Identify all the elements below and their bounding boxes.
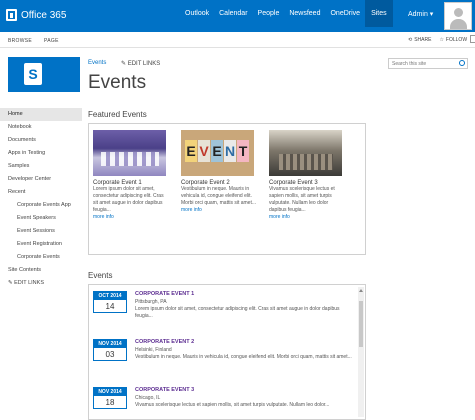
pencil-icon: ✎ bbox=[121, 61, 128, 67]
scroll-up-icon[interactable] bbox=[359, 289, 363, 292]
tab-browse[interactable]: BROWSE bbox=[8, 38, 32, 44]
date-day: 14 bbox=[105, 302, 115, 311]
event-location: Helsinki, Finland bbox=[135, 347, 172, 353]
date-month: NOV 2014 bbox=[94, 340, 126, 348]
nav-sites[interactable]: Sites bbox=[365, 0, 393, 27]
date-day: 18 bbox=[105, 398, 115, 407]
date-badge: NOV 2014 18 bbox=[93, 387, 127, 409]
more-info-link[interactable]: more info bbox=[269, 214, 345, 220]
nav-outlook[interactable]: Outlook bbox=[180, 10, 214, 27]
date-month: NOV 2014 bbox=[94, 388, 126, 396]
breadcrumb[interactable]: Events bbox=[88, 60, 106, 66]
event-title[interactable]: CORPORATE EVENT 2 bbox=[135, 339, 194, 345]
nav-item-home[interactable]: Home bbox=[0, 108, 82, 121]
search-input[interactable]: Search this site bbox=[388, 58, 468, 69]
event-location: Pittsburgh, PA bbox=[135, 299, 167, 305]
edit-links-nav[interactable]: ✎ EDIT LINKS bbox=[0, 280, 82, 286]
letter-tile: E bbox=[211, 140, 223, 162]
featured-card-2[interactable]: E V E N T Corporate Event 2 Vestibulum i… bbox=[181, 130, 257, 213]
ribbon: BROWSE PAGE ⟲ SHARE ☆ FOLLOW bbox=[0, 32, 475, 48]
edit-links-top[interactable]: ✎ EDIT LINKS bbox=[121, 60, 160, 67]
date-badge: OCT 2014 14 bbox=[93, 291, 127, 313]
nav-people[interactable]: People bbox=[253, 10, 285, 27]
date-day: 03 bbox=[105, 350, 115, 359]
letter-tile: E bbox=[185, 140, 197, 162]
edit-links-nav-label: EDIT LINKS bbox=[14, 280, 44, 286]
nav-calendar[interactable]: Calendar bbox=[214, 10, 252, 27]
nav-item-site-contents[interactable]: Site Contents bbox=[0, 264, 82, 277]
event-3-image[interactable] bbox=[269, 130, 342, 176]
event-2-image[interactable]: E V E N T bbox=[181, 130, 254, 176]
share-label: SHARE bbox=[414, 37, 432, 43]
date-month: OCT 2014 bbox=[94, 292, 126, 300]
page-title: Events bbox=[88, 72, 147, 93]
left-navigation: Home Notebook Documents Apps in Testing … bbox=[0, 108, 82, 286]
event-desc: Lorem ipsum dolor sit amet, consectetur … bbox=[135, 306, 340, 319]
scrollbar-thumb[interactable] bbox=[359, 301, 363, 347]
card-desc: Vivamus scelerisque lectus et sapien mol… bbox=[269, 186, 335, 213]
nav-item-documents[interactable]: Documents bbox=[0, 134, 82, 147]
sharepoint-logo-icon: S bbox=[24, 63, 42, 85]
nav-item-recent: Recent bbox=[8, 189, 26, 195]
nav-item-developer-center[interactable]: Developer Center bbox=[0, 173, 82, 186]
avatar[interactable] bbox=[444, 2, 472, 30]
nav-item-corporate-events[interactable]: Corporate Events bbox=[0, 251, 82, 264]
nav-item-event-speakers[interactable]: Event Speakers bbox=[0, 212, 82, 225]
letter-tile: N bbox=[224, 140, 236, 162]
suite-bar: Office 365 Outlook Calendar People Newsf… bbox=[0, 0, 475, 32]
nav-item-corporate-events-app[interactable]: Corporate Events App bbox=[0, 199, 82, 212]
office365-brand[interactable]: Office 365 bbox=[6, 9, 66, 21]
event-1-image[interactable] bbox=[93, 130, 166, 176]
site-logo[interactable]: S bbox=[8, 57, 80, 92]
nav-item-event-registration[interactable]: Event Registration bbox=[0, 238, 82, 251]
more-info-link[interactable]: more info bbox=[181, 207, 257, 213]
nav-onedrive[interactable]: OneDrive bbox=[325, 10, 365, 27]
chevron-down-icon: ▾ bbox=[429, 11, 434, 18]
featured-card-3[interactable]: Corporate Event 3 Vivamus scelerisque le… bbox=[269, 130, 345, 220]
event-desc: Vestibulum in neque. Mauris in vehicula … bbox=[135, 354, 352, 360]
events-section-title: Events bbox=[88, 271, 113, 280]
featured-card-1[interactable]: Corporate Event 1 Lorem ipsum dolor sit … bbox=[93, 130, 169, 220]
share-icon: ⟲ bbox=[408, 37, 413, 43]
share-button[interactable]: ⟲ SHARE bbox=[408, 37, 431, 43]
star-icon: ☆ bbox=[439, 37, 444, 43]
date-badge: NOV 2014 03 bbox=[93, 339, 127, 361]
letter-tile: V bbox=[198, 140, 210, 162]
nav-item-apps-in-testing[interactable]: Apps in Testing bbox=[0, 147, 82, 160]
follow-label: FOLLOW bbox=[445, 37, 468, 43]
focus-mode-icon[interactable] bbox=[470, 35, 475, 43]
letter-tile: T bbox=[237, 140, 249, 162]
suite-nav: Outlook Calendar People Newsfeed OneDriv… bbox=[180, 0, 393, 27]
more-info-link[interactable]: more info bbox=[93, 214, 169, 220]
nav-item-notebook[interactable]: Notebook bbox=[0, 121, 82, 134]
tab-page[interactable]: PAGE bbox=[44, 38, 59, 44]
card-desc: Lorem ipsum dolor sit amet, consectetur … bbox=[93, 186, 164, 213]
office-logo-icon bbox=[6, 9, 17, 21]
brand-label: Office 365 bbox=[21, 9, 67, 21]
event-title[interactable]: CORPORATE EVENT 1 bbox=[135, 291, 194, 297]
event-desc: Vivamus scelerisque lectus et sapien mol… bbox=[135, 402, 330, 408]
follow-button[interactable]: ☆ FOLLOW bbox=[439, 37, 467, 43]
nav-newsfeed[interactable]: Newsfeed bbox=[284, 10, 325, 27]
admin-menu[interactable]: Admin ▾ bbox=[408, 10, 433, 18]
edit-links-label: EDIT LINKS bbox=[127, 61, 161, 67]
featured-events-title: Featured Events bbox=[88, 110, 147, 119]
search-placeholder: Search this site bbox=[392, 61, 427, 67]
search-icon[interactable] bbox=[459, 60, 465, 66]
featured-events-panel: Corporate Event 1 Lorem ipsum dolor sit … bbox=[88, 123, 366, 255]
nav-item-event-sessions[interactable]: Event Sessions bbox=[0, 225, 82, 238]
events-list: OCT 2014 14 CORPORATE EVENT 1 Pittsburgh… bbox=[88, 284, 366, 420]
nav-item-samples[interactable]: Samples bbox=[0, 160, 82, 173]
events-scrollbar[interactable] bbox=[358, 287, 364, 417]
admin-label: Admin bbox=[408, 11, 428, 18]
card-desc: Vestibulum in neque. Mauris in vehicula … bbox=[181, 186, 257, 206]
event-title[interactable]: CORPORATE EVENT 3 bbox=[135, 387, 194, 393]
event-location: Chicago, IL bbox=[135, 395, 161, 401]
